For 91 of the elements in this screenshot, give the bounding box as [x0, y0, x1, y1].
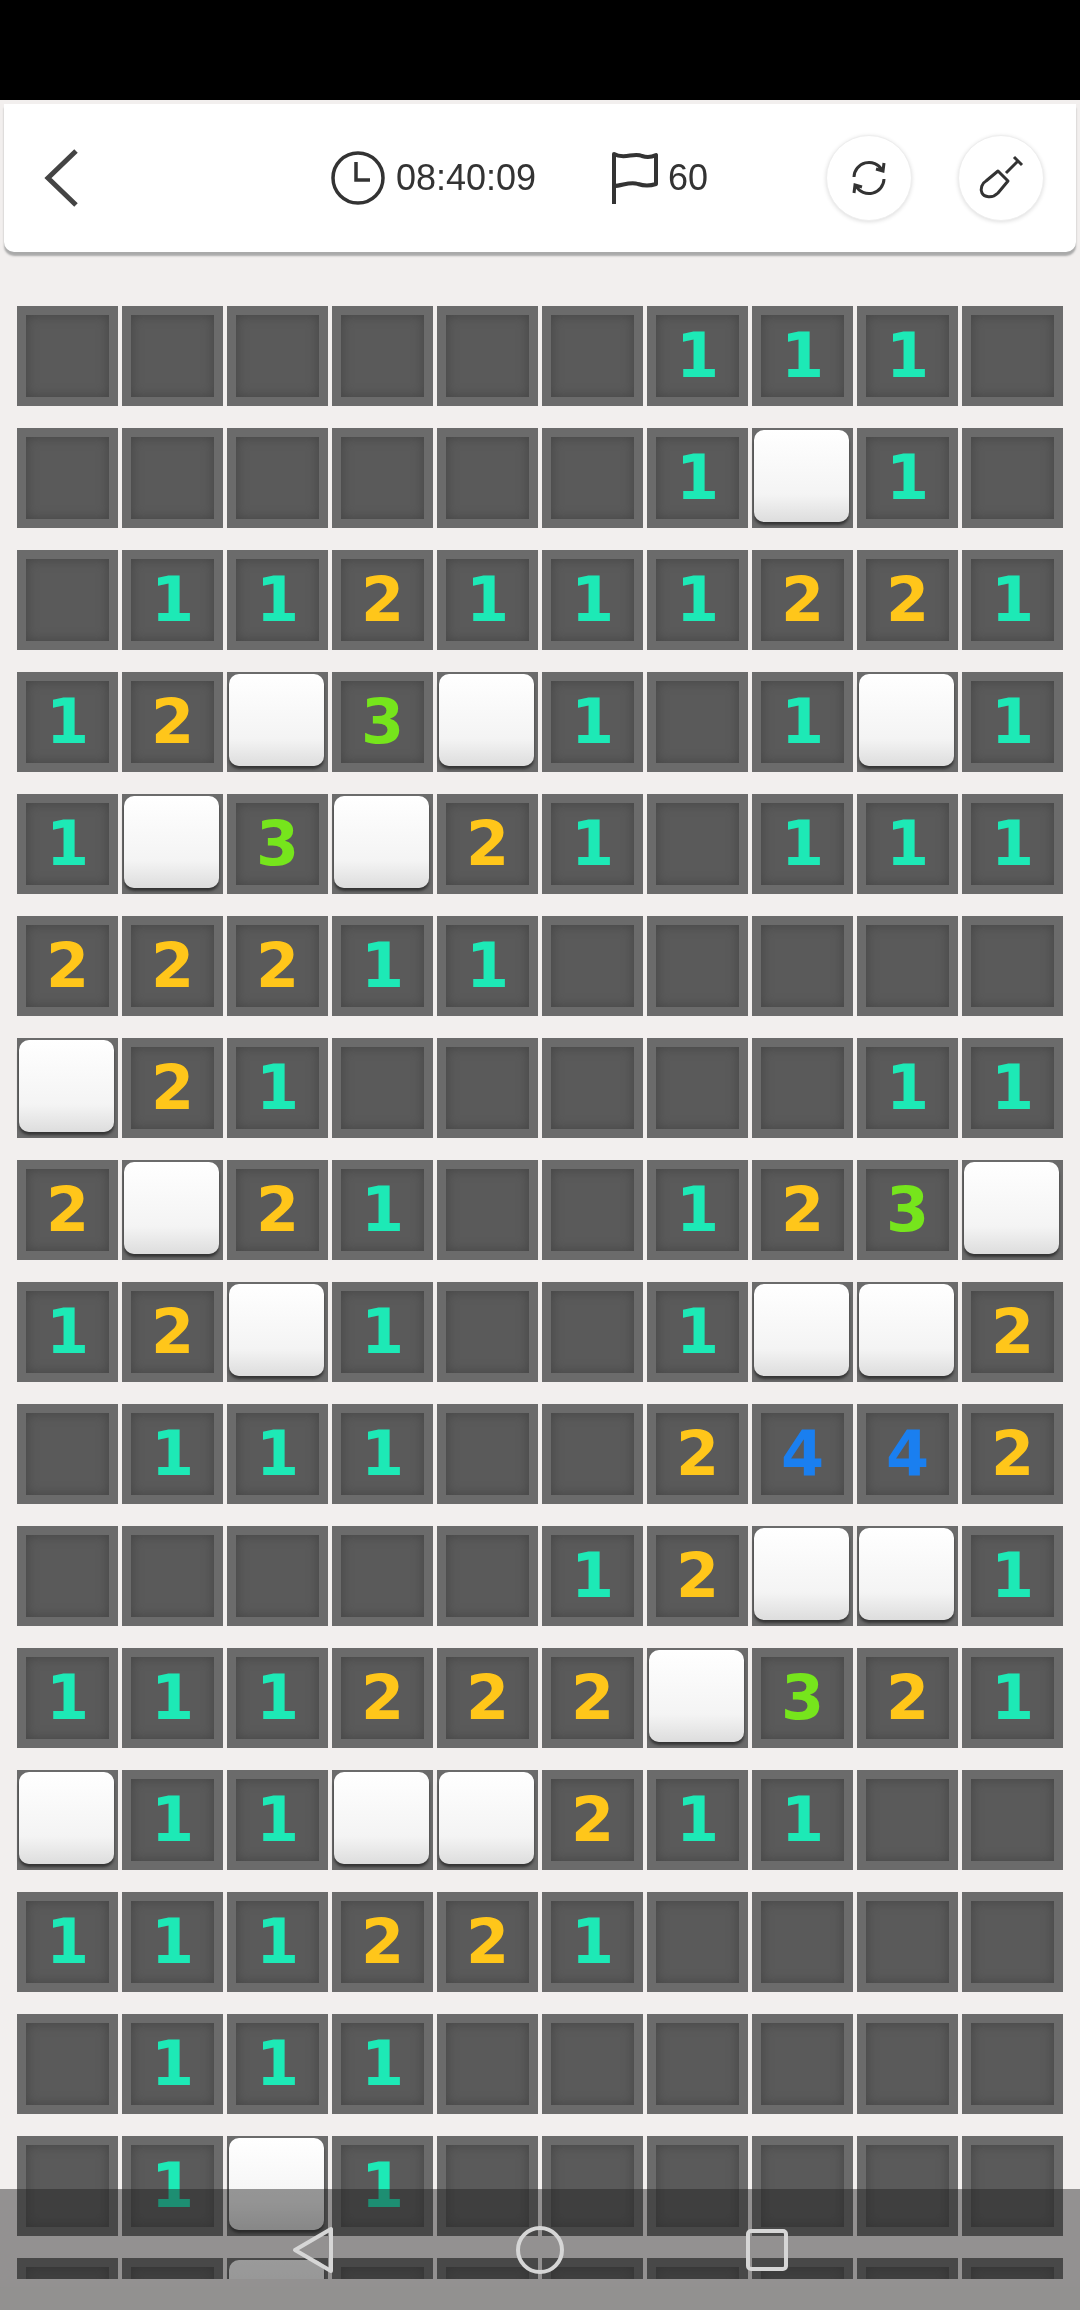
mine-count: 1 [255, 569, 300, 631]
mine-count: 2 [360, 1667, 405, 1729]
mine-count: 1 [45, 691, 90, 753]
back-icon[interactable] [291, 2225, 335, 2274]
mine-count: 2 [360, 569, 405, 631]
mine-count: 1 [150, 569, 195, 631]
mine-count: 1 [360, 1423, 405, 1485]
mine-count: 1 [150, 2155, 195, 2217]
mine-count: 2 [45, 935, 90, 997]
mine-count: 2 [150, 1057, 195, 1119]
mine-count: 1 [570, 813, 615, 875]
mine-count: 1 [150, 2033, 195, 2095]
mine-count: 2 [780, 569, 825, 631]
mine-count: 1 [675, 569, 720, 631]
flag-count: 60 [668, 157, 709, 199]
mine-count: 2 [675, 1545, 720, 1607]
mine-count: 3 [780, 1667, 825, 1729]
mine-count: 1 [780, 325, 825, 387]
mine-count: 1 [990, 1667, 1035, 1729]
mine-count: 2 [465, 813, 510, 875]
timer: 08:40:09 [395, 157, 537, 199]
mine-count: 2 [465, 1911, 510, 1973]
mine-count: 1 [780, 1789, 825, 1851]
mine-count: 1 [570, 691, 615, 753]
mine-count: 1 [885, 325, 930, 387]
mine-count: 1 [990, 1057, 1035, 1119]
home-icon[interactable] [515, 2224, 565, 2275]
mine-count: 3 [255, 813, 300, 875]
mine-count: 4 [780, 1423, 825, 1485]
mine-count: 2 [255, 935, 300, 997]
mine-count: 1 [990, 1545, 1035, 1607]
mine-count: 1 [150, 1789, 195, 1851]
mine-count: 2 [990, 1301, 1035, 1363]
mine-count: 1 [255, 1057, 300, 1119]
mine-count: 1 [150, 1911, 195, 1973]
mine-count: 1 [885, 447, 930, 509]
recent-apps-icon[interactable] [745, 2227, 789, 2272]
mine-count: 1 [45, 1301, 90, 1363]
mine-count: 1 [360, 2155, 405, 2217]
mine-count: 2 [45, 1179, 90, 1241]
mine-count: 2 [255, 1179, 300, 1241]
mine-count: 1 [255, 1423, 300, 1485]
mine-count: 2 [885, 1667, 930, 1729]
mine-count: 1 [675, 1789, 720, 1851]
mine-count: 1 [150, 1667, 195, 1729]
mine-count: 1 [255, 1911, 300, 1973]
mine-count: 1 [675, 325, 720, 387]
mine-count: 1 [465, 935, 510, 997]
mine-count: 2 [150, 935, 195, 997]
mine-count: 2 [675, 1423, 720, 1485]
mine-count: 3 [360, 691, 405, 753]
mine-count: 1 [360, 2033, 405, 2095]
mine-count: 1 [990, 691, 1035, 753]
mine-count: 2 [150, 691, 195, 753]
mine-count: 1 [570, 569, 615, 631]
mine-count: 1 [45, 1667, 90, 1729]
mine-count: 1 [255, 2033, 300, 2095]
clock-icon [329, 150, 386, 206]
mine-count: 2 [570, 1667, 615, 1729]
mine-count: 1 [675, 1179, 720, 1241]
mine-count: 1 [780, 691, 825, 753]
restart-button[interactable] [826, 135, 912, 221]
mine-count: 2 [780, 1179, 825, 1241]
mine-count: 1 [255, 1789, 300, 1851]
flag-icon [610, 150, 659, 206]
mine-count: 2 [885, 569, 930, 631]
mine-count: 1 [780, 813, 825, 875]
mine-count: 3 [885, 1179, 930, 1241]
mine-count: 4 [885, 1423, 930, 1485]
mine-count: 1 [675, 1301, 720, 1363]
mine-count: 2 [570, 1789, 615, 1851]
mine-count: 2 [465, 1667, 510, 1729]
mine-count: 1 [45, 1911, 90, 1973]
mine-count: 1 [990, 569, 1035, 631]
mine-count: 1 [360, 1179, 405, 1241]
mine-count: 1 [570, 1545, 615, 1607]
mine-count: 1 [675, 447, 720, 509]
mine-count: 1 [360, 935, 405, 997]
mine-count: 1 [885, 1057, 930, 1119]
mine-count: 1 [255, 1667, 300, 1729]
mine-count: 2 [360, 1911, 405, 1973]
mine-count: 1 [990, 813, 1035, 875]
mine-count: 1 [570, 1911, 615, 1973]
mine-count: 1 [465, 569, 510, 631]
mine-count: 2 [150, 1301, 195, 1363]
mine-count: 1 [150, 1423, 195, 1485]
shovel-button[interactable] [958, 135, 1044, 221]
mine-count: 1 [360, 1301, 405, 1363]
mine-count: 1 [45, 813, 90, 875]
mine-count: 1 [885, 813, 930, 875]
mine-count: 2 [990, 1423, 1035, 1485]
